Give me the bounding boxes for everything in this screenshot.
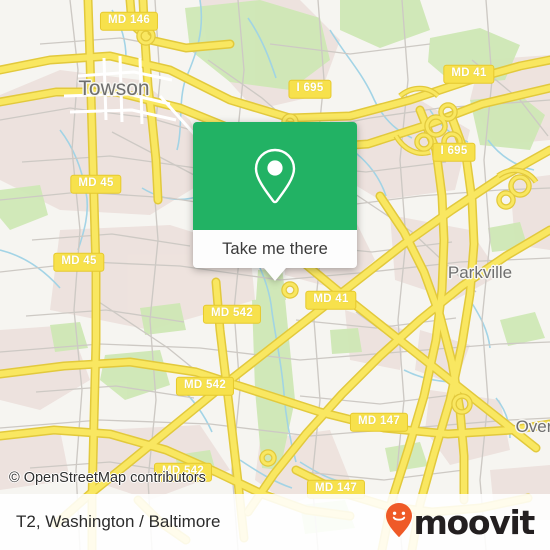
moovit-brand[interactable]: moovit [385,502,535,543]
place-label-towson: Towson [78,77,150,100]
road-shield: MD 542 [202,304,262,324]
bottom-bar: T2, Washington / Baltimore moovit [0,494,550,550]
osm-attribution: © OpenStreetMap contributors [9,470,206,486]
callout-button[interactable]: Take me there [193,230,357,268]
map-screenshot: Towson Parkville Over MD 146 I 695 MD 41… [0,0,550,550]
road-shield: MD 542 [175,376,235,396]
take-me-there-callout[interactable]: Take me there [193,122,357,281]
road-shield: I 695 [288,79,332,99]
road-shield: MD 41 [305,290,357,310]
place-label-parkville: Parkville [447,263,513,282]
road-shield: MD 41 [443,64,495,84]
road-shield: MD 147 [349,412,409,432]
road-shield: MD 45 [53,252,105,272]
place-label-overlea: Over [515,417,550,436]
moovit-smiley-pin-icon [385,502,413,543]
road-shield: MD 146 [99,11,159,31]
road-shield: MD 45 [70,174,122,194]
callout-icon-area [193,122,357,230]
station-title: T2, Washington / Baltimore [16,512,221,531]
callout-button-label: Take me there [222,239,328,258]
callout-tail [264,268,286,281]
map-pin-icon [252,147,298,205]
moovit-wordmark: moovit [413,502,535,542]
road-shield: I 695 [432,142,476,162]
